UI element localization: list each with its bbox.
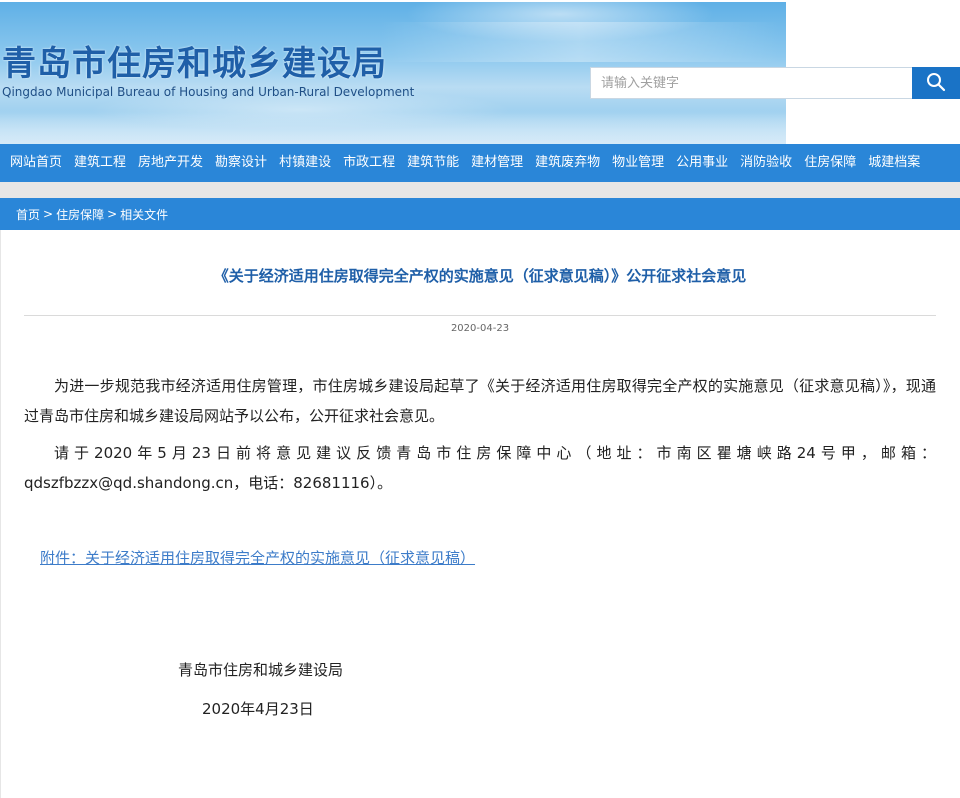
nav-item-survey-design[interactable]: 勘察设计 [209,144,273,182]
divider-strip [0,182,960,198]
nav-item-energy-saving[interactable]: 建筑节能 [401,144,465,182]
header-banner: 青岛市住房和城乡建设局 Qingdao Municipal Bureau of … [0,0,960,144]
nav-item-utilities[interactable]: 公用事业 [670,144,734,182]
title-divider [24,315,936,316]
signature-organization: 青岛市住房和城乡建设局 [178,661,344,679]
nav-item-housing-security[interactable]: 住房保障 [798,144,862,182]
nav-item-construction[interactable]: 建筑工程 [68,144,132,182]
publish-date: 2020-04-23 [450,323,510,334]
article-title: 《关于经济适用住房取得完全产权的实施意见（征求意见稿）》公开征求社会意见 [213,267,747,285]
article-paragraph-2: 请于2020年5月23日前将意见建议反馈青岛市住房保障中心（地址：市南区瞿塘峡路… [24,444,936,492]
nav-item-real-estate[interactable]: 房地产开发 [132,144,209,182]
nav-item-materials[interactable]: 建材管理 [465,144,529,182]
nav-item-fire-inspection[interactable]: 消防验收 [734,144,798,182]
breadcrumb-current[interactable]: 相关文件 [120,206,168,223]
site-subtitle: Qingdao Municipal Bureau of Housing and … [2,85,415,99]
search-icon [926,72,946,95]
breadcrumb-separator: > [107,207,118,221]
breadcrumb-section[interactable]: 住房保障 [56,206,104,223]
nav-item-home[interactable]: 网站首页 [4,144,68,182]
nav-item-waste[interactable]: 建筑废弃物 [529,144,606,182]
attachment-link[interactable]: 附件：关于经济适用住房取得完全产权的实施意见（征求意见稿） [40,546,475,570]
nav-item-village-construction[interactable]: 村镇建设 [273,144,337,182]
breadcrumb-home[interactable]: 首页 [16,206,40,223]
search-input[interactable] [590,67,912,99]
nav-item-municipal[interactable]: 市政工程 [337,144,401,182]
site-title: 青岛市住房和城乡建设局 [2,44,387,84]
nav-item-property[interactable]: 物业管理 [606,144,670,182]
breadcrumb-separator: > [43,207,54,221]
search-box [590,67,960,99]
main-nav: 网站首页 建筑工程 房地产开发 勘察设计 村镇建设 市政工程 建筑节能 建材管理… [0,144,960,182]
nav-item-archives[interactable]: 城建档案 [862,144,926,182]
search-button[interactable] [912,67,960,99]
article-paragraph-1: 为进一步规范我市经济适用住房管理，市住房城乡建设局起草了《关于经济适用住房取得完… [24,377,936,425]
signature-date: 2020年4月23日 [202,700,314,718]
breadcrumb: 首页 > 住房保障 > 相关文件 [0,198,960,230]
